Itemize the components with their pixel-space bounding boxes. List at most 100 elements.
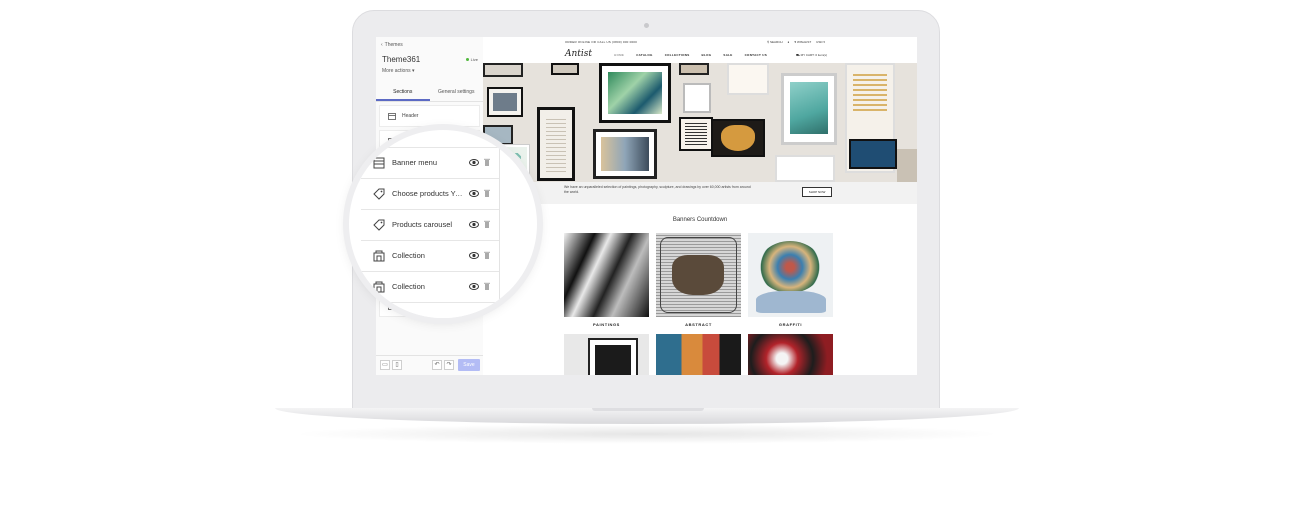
eye-icon[interactable] xyxy=(469,189,479,198)
nav-home[interactable]: HOME xyxy=(614,53,624,57)
undo-button[interactable]: ↶ xyxy=(432,360,442,370)
hero-text: We have an unparalleled selection of pai… xyxy=(564,185,751,194)
art-frame xyxy=(849,139,897,169)
chevron-left-icon: ‹ xyxy=(381,42,383,48)
main-nav: HOME CATALOG COLLECTIONS BLOG SALE CONTA… xyxy=(614,53,767,57)
mobile-view-button[interactable]: ▯ xyxy=(392,360,402,370)
tag-icon xyxy=(373,188,385,200)
section-label: Collection xyxy=(392,251,425,260)
section-item-label: Header xyxy=(402,113,419,119)
collection-icon xyxy=(373,250,385,262)
art-frame xyxy=(599,63,671,123)
topbar-actions: ⚲ SEARCH ● ♥ WISHLIST USD ▾ xyxy=(767,40,825,44)
tile-image[interactable] xyxy=(656,334,741,375)
magnified-section-products-carousel[interactable]: Products carousel xyxy=(361,209,499,240)
shop-now-button[interactable]: SHOP NOW xyxy=(802,187,832,197)
more-actions-menu[interactable]: More actions ▾ xyxy=(382,68,415,74)
mobile-icon: ▯ xyxy=(395,362,399,368)
trash-icon[interactable] xyxy=(484,189,490,197)
art-frame xyxy=(679,63,709,75)
hero-caption-strip: We have an unparalleled selection of pai… xyxy=(483,182,917,204)
tab-sections[interactable]: Sections xyxy=(376,85,430,101)
topbar-search-link[interactable]: ⚲ SEARCH xyxy=(767,40,783,44)
camera-dot xyxy=(644,23,649,28)
laptop-shadow xyxy=(290,424,1004,444)
store-logo[interactable]: Antist xyxy=(565,49,592,59)
eye-icon[interactable] xyxy=(469,220,479,229)
section-label: Collection xyxy=(392,282,425,291)
magnified-section-row-cropped xyxy=(361,302,499,318)
theme-name: Theme361 xyxy=(382,55,421,64)
back-link-label: Themes xyxy=(384,42,403,48)
undo-icon: ↶ xyxy=(434,362,440,368)
section-title: Banners Countdown xyxy=(672,217,728,223)
art-frame xyxy=(781,73,837,145)
stag-frame xyxy=(660,237,737,313)
graffiti-tile-image[interactable] xyxy=(748,233,833,317)
collection-icon xyxy=(373,281,385,293)
art-frame xyxy=(711,119,765,157)
eye-icon[interactable] xyxy=(469,158,479,167)
user-icon[interactable]: ● xyxy=(788,40,790,44)
eye-icon[interactable] xyxy=(469,282,479,291)
desktop-view-button[interactable]: ▭ xyxy=(380,360,390,370)
laptop-notch xyxy=(592,408,704,411)
hero-banner-image xyxy=(483,63,917,182)
magnified-section-collection[interactable]: Collection xyxy=(361,240,499,271)
more-actions-label: More actions xyxy=(382,68,411,74)
art-frame xyxy=(483,63,523,77)
store-topbar: ORDER ONLINE OR CALL US (0800) 000 0000 … xyxy=(483,37,917,46)
nav-contact-us[interactable]: CONTACT US xyxy=(745,53,767,57)
nav-blog[interactable]: BLOG xyxy=(702,53,712,57)
magnified-section-banner-menu[interactable]: Banner menu xyxy=(361,147,499,178)
tile-image[interactable] xyxy=(748,334,833,375)
magnifier-divider xyxy=(499,144,500,304)
eye-icon[interactable] xyxy=(469,251,479,260)
section-label: Banner menu xyxy=(392,158,438,167)
magnified-section-collection[interactable]: Collection xyxy=(361,271,499,302)
topbar-wishlist-link[interactable]: ♥ WISHLIST xyxy=(794,40,811,44)
magnified-section-choose-products[interactable]: Choose products Your... xyxy=(361,178,499,209)
currency-select[interactable]: USD ▾ xyxy=(816,40,825,44)
paintings-tile-image[interactable] xyxy=(564,233,649,317)
trash-icon[interactable] xyxy=(484,158,490,166)
cart-label: MY CART: 0 item(s) xyxy=(800,53,828,57)
trash-icon[interactable] xyxy=(484,220,490,228)
art-frame xyxy=(593,129,657,179)
trash-icon[interactable] xyxy=(484,282,490,290)
store-preview: ORDER ONLINE OR CALL US (0800) 000 0000 … xyxy=(483,37,917,375)
section-label: Products carousel xyxy=(392,220,453,229)
hand-graphic xyxy=(756,291,826,313)
topbar-contact: ORDER ONLINE OR CALL US (0800) 000 0000 xyxy=(565,40,638,44)
tile-label-paintings[interactable]: PAINTINGS xyxy=(564,322,649,327)
status-label: Live xyxy=(470,57,478,62)
editor-bottom-bar: ▭ ▯ ↶ ↷ Save xyxy=(376,355,483,375)
save-button[interactable]: Save xyxy=(458,359,480,371)
layout-icon xyxy=(373,157,385,169)
abstract-tile-image[interactable] xyxy=(656,233,741,317)
tile-label-abstract[interactable]: ABSTRACT xyxy=(656,322,741,327)
tile-image[interactable] xyxy=(564,334,649,375)
portrait-frame xyxy=(588,338,638,375)
art-frame xyxy=(551,63,579,75)
art-frame xyxy=(683,83,711,113)
tab-general-settings[interactable]: General settings xyxy=(430,85,484,101)
tile-label-graffiti[interactable]: GRAFFITI xyxy=(748,322,833,327)
desktop-icon: ▭ xyxy=(382,362,388,368)
redo-button[interactable]: ↷ xyxy=(444,360,454,370)
tag-icon xyxy=(373,219,385,231)
art-frame xyxy=(727,63,769,95)
status-badge: Live xyxy=(465,57,478,62)
magnifier-callout: Banner menu Choose products Your... Prod… xyxy=(349,130,537,318)
back-to-themes-link[interactable]: ‹ Themes xyxy=(381,42,403,48)
trash-icon[interactable] xyxy=(484,251,490,259)
nav-catalog[interactable]: CATALOG xyxy=(636,53,653,57)
section-item-header[interactable]: Header xyxy=(379,105,480,127)
chevron-down-icon: ▾ xyxy=(412,68,415,74)
cart-link[interactable]: ⛟ MY CART: 0 item(s) xyxy=(796,53,827,58)
section-label: Choose products Your... xyxy=(392,189,464,198)
layout-icon xyxy=(388,112,396,120)
nav-collections[interactable]: COLLECTIONS xyxy=(665,53,690,57)
art-frame xyxy=(775,155,835,182)
nav-sale[interactable]: SALE xyxy=(723,53,732,57)
